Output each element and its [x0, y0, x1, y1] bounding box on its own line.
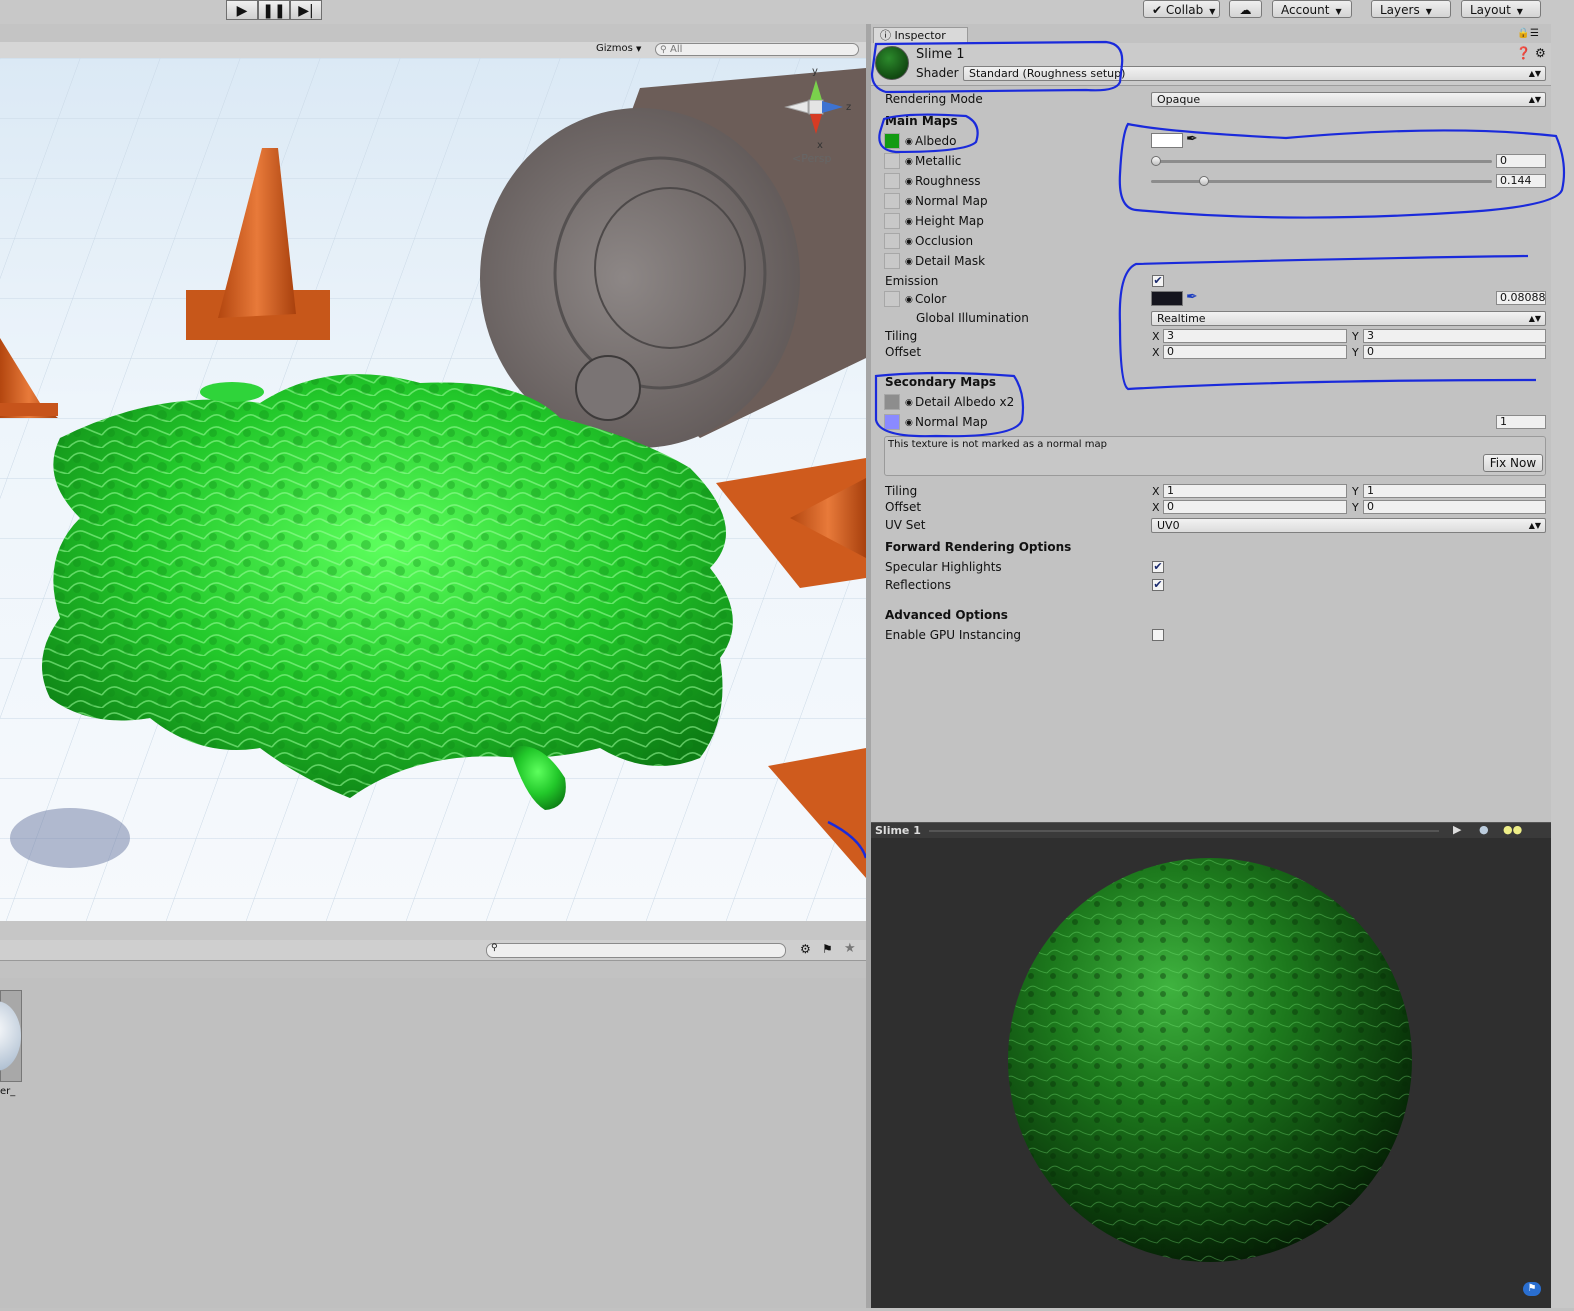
annotation-circle-header: [870, 40, 1124, 94]
account-button[interactable]: Account ▼: [1272, 0, 1352, 18]
scene-render: y z x <Persp: [0, 58, 866, 921]
favorite-star-icon[interactable]: ★: [844, 941, 856, 956]
layers-label: Layers: [1380, 3, 1420, 17]
axis-x-label: x: [817, 140, 823, 151]
project-search-input[interactable]: ⚲: [486, 943, 786, 958]
axis-y-label: y: [812, 66, 818, 77]
pause-button[interactable]: ❚❚: [258, 0, 290, 20]
asset-bundle-tag-icon[interactable]: ⚑: [1523, 1282, 1541, 1296]
account-label: Account: [1281, 3, 1330, 17]
search-icon: ⚲: [660, 45, 667, 55]
project-assets: er_: [0, 978, 866, 1308]
gizmos-label: Gizmos: [596, 43, 633, 54]
collab-label: Collab: [1165, 3, 1204, 17]
top-toolbar: ▶ ❚❚ ▶| ✔ Collab ▼ ☁ Account ▼ Layers ▼ Lay…: [0, 0, 1574, 24]
chevron-down-icon: ▼: [1516, 7, 1523, 16]
chevron-down-icon: ▼: [636, 45, 642, 53]
material-thumbnail[interactable]: [0, 990, 22, 1082]
annotation-circle-emission: [1118, 254, 1537, 391]
material-preview[interactable]: ⚑: [871, 838, 1551, 1308]
layout-button[interactable]: Layout ▼: [1461, 0, 1541, 18]
scene-toolbar: Gizmos ▼ ⚲ All: [0, 42, 866, 59]
filter-type-icon[interactable]: ⚙: [800, 942, 811, 956]
axis-z-label: z: [846, 102, 851, 113]
collab-button[interactable]: ✔ Collab ▼: [1143, 0, 1220, 18]
pause-icon: ❚❚: [262, 3, 286, 19]
persp-label[interactable]: <Persp: [792, 152, 831, 165]
project-toolbar: ⚲ ⚙ ⚑ ★: [0, 940, 866, 961]
play-icon[interactable]: ▶: [1453, 823, 1461, 836]
play-button[interactable]: ▶: [226, 0, 258, 20]
annotation-circle-albedo-props: [1118, 122, 1566, 219]
gizmos-dropdown[interactable]: Gizmos ▼: [596, 43, 641, 54]
project-tab-strip: [0, 921, 866, 940]
sphere-icon[interactable]: ●: [1479, 823, 1489, 836]
label-tag-icon[interactable]: ⚑: [822, 942, 833, 956]
annotation-circle-albedo: [878, 113, 979, 154]
layers-button[interactable]: Layers ▼: [1371, 0, 1451, 18]
preview-sphere-render: [1008, 858, 1412, 1262]
search-icon: ⚲: [491, 943, 498, 953]
scene-search-input[interactable]: ⚲ All: [655, 43, 859, 56]
annotation-circle-secondary: [874, 371, 1025, 438]
step-icon: ▶|: [298, 3, 314, 19]
cloud-button[interactable]: ☁: [1229, 0, 1262, 18]
asset-label: er_: [0, 1086, 16, 1097]
step-button[interactable]: ▶|: [290, 0, 322, 20]
search-placeholder: All: [670, 44, 683, 55]
layout-label: Layout: [1470, 3, 1511, 17]
chevron-down-icon: ▼: [1335, 7, 1342, 16]
cloud-icon: ☁: [1239, 3, 1252, 17]
preview-drag-bar[interactable]: [929, 830, 1439, 832]
shadow: [10, 808, 130, 868]
annotation-overlay: [870, 40, 1566, 917]
light-icon[interactable]: ●●: [1503, 823, 1522, 836]
scene-tab-strip: [0, 24, 866, 42]
scene-view[interactable]: y z x <Persp: [0, 58, 866, 921]
preview-header: Slime 1 ▶ ● ●●: [871, 822, 1551, 839]
chevron-down-icon: ▼: [1209, 7, 1216, 16]
play-icon: ▶: [236, 3, 248, 19]
chevron-down-icon: ▼: [1425, 7, 1432, 16]
preview-title: Slime 1: [875, 824, 921, 837]
check-icon: ✔: [1152, 3, 1163, 17]
